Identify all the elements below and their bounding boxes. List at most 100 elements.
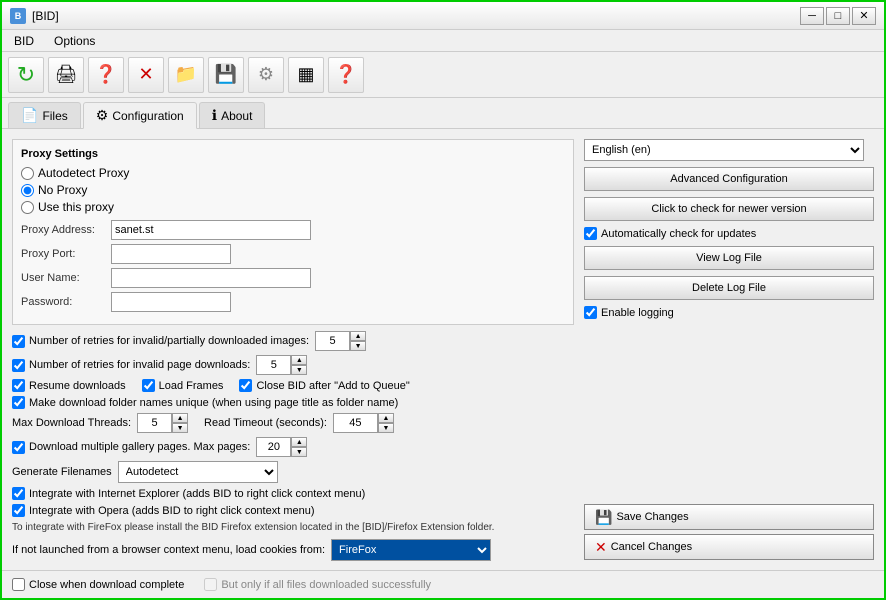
opera-integrate-checkbox[interactable]: [12, 504, 25, 517]
view-log-button[interactable]: View Log File: [584, 246, 874, 270]
main-window: B [BID] ─ □ ✕ BID Options ↻ 🖨 ❓ ✕ 📁 💾 ⚙ …: [0, 0, 886, 600]
app-icon: B: [10, 8, 26, 24]
proxy-username-input[interactable]: [111, 268, 311, 288]
resume-downloads-checkbox[interactable]: [12, 379, 25, 392]
minimize-button[interactable]: ─: [800, 7, 824, 25]
advanced-config-button[interactable]: Advanced Configuration: [584, 167, 874, 191]
check-version-button[interactable]: Click to check for newer version: [584, 197, 874, 221]
proxy-password-row: Password:: [21, 292, 565, 312]
print-toolbar-btn[interactable]: 🖨: [48, 57, 84, 93]
tab-about[interactable]: ℹ About: [199, 102, 266, 128]
retries-page-check[interactable]: Number of retries for invalid page downl…: [12, 359, 250, 372]
cookies-select[interactable]: FireFox Internet Explorer Opera None: [331, 539, 491, 561]
tab-files[interactable]: 📄 Files: [8, 102, 81, 128]
proxy-none-input[interactable]: [21, 184, 34, 197]
proxy-use-radio[interactable]: Use this proxy: [21, 200, 565, 214]
toolbar: ↻ 🖨 ❓ ✕ 📁 💾 ⚙ ▦ ❓: [2, 52, 884, 98]
refresh-toolbar-btn[interactable]: ↻: [8, 57, 44, 93]
proxy-none-radio[interactable]: No Proxy: [21, 183, 565, 197]
close-bid-check[interactable]: Close BID after "Add to Queue": [239, 379, 409, 392]
opera-integrate-check[interactable]: Integrate with Opera (adds BID to right …: [12, 504, 574, 517]
menu-options[interactable]: Options: [46, 32, 103, 50]
max-threads-input[interactable]: [137, 413, 172, 433]
auto-check-updates-check[interactable]: Automatically check for updates: [584, 227, 874, 240]
stop-toolbar-btn[interactable]: ✕: [128, 57, 164, 93]
close-button[interactable]: ✕: [852, 7, 876, 25]
retries-invalid-down[interactable]: ▼: [350, 341, 366, 351]
multi-gallery-down[interactable]: ▼: [291, 447, 307, 457]
retries-invalid-check[interactable]: Number of retries for invalid/partially …: [12, 335, 309, 348]
read-timeout-input[interactable]: [333, 413, 378, 433]
cookies-row: If not launched from a browser context m…: [12, 539, 574, 561]
main-content: Proxy Settings Autodetect Proxy No Proxy…: [2, 129, 884, 570]
multi-gallery-check[interactable]: Download multiple gallery pages. Max pag…: [12, 441, 250, 454]
ie-integrate-check[interactable]: Integrate with Internet Explorer (adds B…: [12, 487, 574, 500]
load-frames-checkbox[interactable]: [142, 379, 155, 392]
delete-log-button[interactable]: Delete Log File: [584, 276, 874, 300]
close-on-complete-label: Close when download complete: [29, 579, 184, 591]
proxy-autodetect-label: Autodetect Proxy: [38, 166, 129, 180]
read-timeout-label: Read Timeout (seconds):: [204, 417, 327, 429]
proxy-use-input[interactable]: [21, 201, 34, 214]
title-controls: ─ □ ✕: [800, 7, 876, 25]
load-frames-check[interactable]: Load Frames: [142, 379, 224, 392]
enable-logging-checkbox[interactable]: [584, 306, 597, 319]
read-timeout-up[interactable]: ▲: [378, 413, 394, 423]
help-toolbar-btn[interactable]: ❓: [88, 57, 124, 93]
settings-toolbar-btn[interactable]: ⚙: [248, 57, 284, 93]
proxy-autodetect-radio[interactable]: Autodetect Proxy: [21, 166, 565, 180]
but-only-checkbox[interactable]: [204, 578, 217, 591]
max-threads-up[interactable]: ▲: [172, 413, 188, 423]
grid-toolbar-btn[interactable]: ▦: [288, 57, 324, 93]
retries-invalid-input[interactable]: [315, 331, 350, 351]
close-on-complete-checkbox[interactable]: [12, 578, 25, 591]
window-title: [BID]: [32, 9, 59, 23]
about-tab-label: About: [221, 109, 252, 123]
multi-gallery-up[interactable]: ▲: [291, 437, 307, 447]
cancel-changes-button[interactable]: ✕ Cancel Changes: [584, 534, 874, 560]
proxy-password-input[interactable]: [111, 292, 231, 312]
menu-bid[interactable]: BID: [6, 32, 42, 50]
read-timeout-down[interactable]: ▼: [378, 423, 394, 433]
save-changes-button[interactable]: 💾 Save Changes: [584, 504, 874, 530]
ie-integrate-checkbox[interactable]: [12, 487, 25, 500]
max-threads-down[interactable]: ▼: [172, 423, 188, 433]
auto-check-updates-checkbox[interactable]: [584, 227, 597, 240]
proxy-username-row: User Name:: [21, 268, 565, 288]
folder-toolbar-btn[interactable]: 📁: [168, 57, 204, 93]
proxy-port-input[interactable]: [111, 244, 231, 264]
language-select[interactable]: English (en) German (de) French (fr) Spa…: [584, 139, 864, 161]
maximize-button[interactable]: □: [826, 7, 850, 25]
proxy-use-label: Use this proxy: [38, 200, 114, 214]
proxy-group: Proxy Settings Autodetect Proxy No Proxy…: [12, 139, 574, 325]
retries-page-input[interactable]: [256, 355, 291, 375]
multi-gallery-checkbox[interactable]: [12, 441, 25, 454]
max-threads-label: Max Download Threads:: [12, 417, 131, 429]
resume-downloads-check[interactable]: Resume downloads: [12, 379, 126, 392]
proxy-password-label: Password:: [21, 296, 111, 308]
enable-logging-check[interactable]: Enable logging: [584, 306, 874, 319]
tab-configuration[interactable]: ⚙ Configuration: [83, 102, 197, 129]
close-on-complete-check[interactable]: Close when download complete: [12, 578, 184, 591]
retries-page-up[interactable]: ▲: [291, 355, 307, 365]
about-toolbar-btn[interactable]: ❓: [328, 57, 364, 93]
generate-filenames-select[interactable]: Autodetect Sequential Original: [118, 461, 278, 483]
multi-gallery-spin-btns: ▲ ▼: [291, 437, 307, 457]
proxy-group-title: Proxy Settings: [21, 148, 565, 160]
retries-invalid-checkbox[interactable]: [12, 335, 25, 348]
multi-gallery-input[interactable]: [256, 437, 291, 457]
retries-page-down[interactable]: ▼: [291, 365, 307, 375]
auto-check-updates-label: Automatically check for updates: [601, 228, 756, 240]
proxy-autodetect-input[interactable]: [21, 167, 34, 180]
close-bid-checkbox[interactable]: [239, 379, 252, 392]
retries-invalid-up[interactable]: ▲: [350, 331, 366, 341]
proxy-radio-group: Autodetect Proxy No Proxy Use this proxy: [21, 166, 565, 214]
proxy-address-input[interactable]: [111, 220, 311, 240]
save-changes-label: Save Changes: [616, 511, 688, 523]
save-toolbar-btn[interactable]: 💾: [208, 57, 244, 93]
unique-folders-checkbox[interactable]: [12, 396, 25, 409]
unique-folders-check[interactable]: Make download folder names unique (when …: [12, 396, 574, 409]
retries-page-checkbox[interactable]: [12, 359, 25, 372]
but-only-check[interactable]: But only if all files downloaded success…: [204, 578, 431, 591]
files-tab-label: Files: [42, 109, 67, 123]
